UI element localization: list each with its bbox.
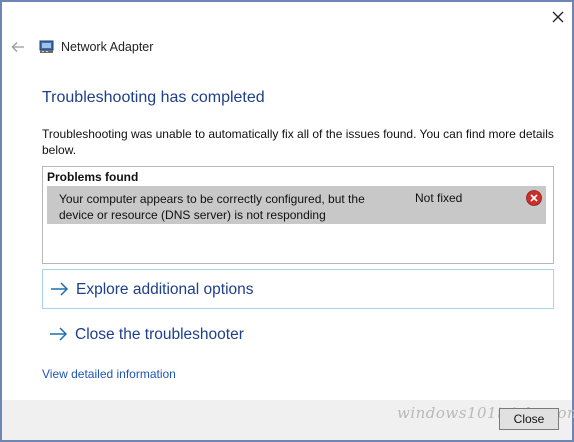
problems-header: Problems found — [47, 170, 139, 184]
arrow-right-icon — [51, 282, 69, 296]
footer-bar: windows101tricks.com Close — [2, 400, 574, 440]
window-title: Network Adapter — [61, 40, 154, 54]
troubleshooter-window: Network Adapter Troubleshooting has comp… — [0, 0, 574, 442]
arrow-right-icon — [50, 327, 68, 341]
page-heading: Troubleshooting has completed — [42, 89, 265, 106]
close-button[interactable]: Close — [499, 408, 559, 430]
back-button[interactable] — [11, 40, 25, 54]
view-detailed-info-link[interactable]: View detailed information — [42, 367, 176, 381]
close-troubleshooter-label: Close the troubleshooter — [75, 326, 244, 343]
network-adapter-icon — [39, 40, 54, 53]
error-icon — [526, 190, 542, 206]
problem-description: Your computer appears to be correctly co… — [59, 192, 365, 222]
explore-options-label: Explore additional options — [76, 281, 254, 298]
problem-row[interactable]: Your computer appears to be correctly co… — [47, 186, 546, 224]
explore-options-link[interactable]: Explore additional options — [42, 269, 554, 309]
window-close-button[interactable] — [546, 6, 570, 28]
close-icon — [552, 11, 564, 23]
back-arrow-icon — [11, 42, 24, 52]
close-troubleshooter-link[interactable]: Close the troubleshooter — [42, 315, 554, 355]
problem-status: Not fixed — [415, 191, 463, 205]
problems-found-panel: Problems found Your computer appears to … — [42, 166, 554, 264]
page-description: Troubleshooting was unable to automatica… — [42, 127, 554, 157]
